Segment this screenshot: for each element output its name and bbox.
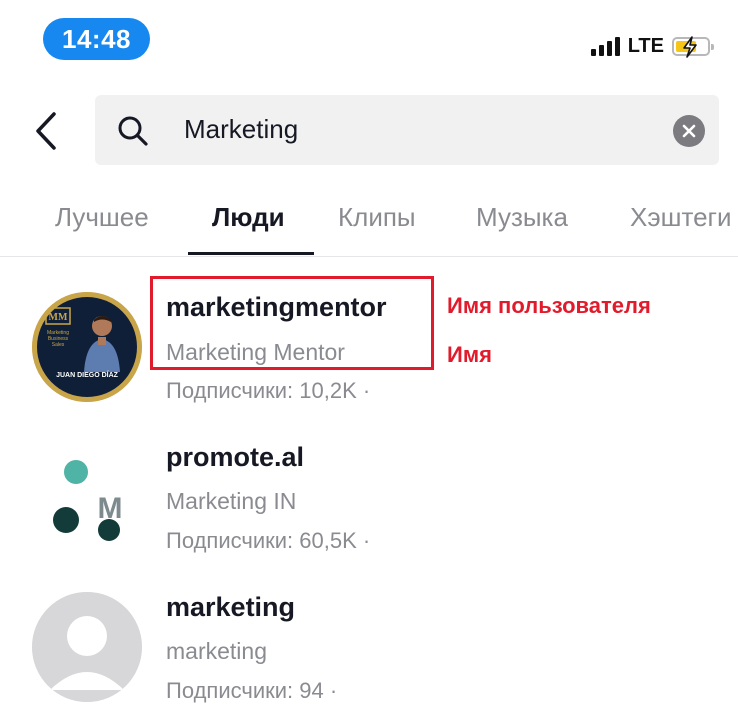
follower-count: Подписчики: 10,2K ·	[166, 378, 371, 403]
search-icon	[118, 116, 148, 146]
signal-icon	[590, 36, 620, 56]
battery-icon	[672, 35, 714, 58]
display-name: marketing	[166, 638, 267, 664]
avatar[interactable]: MM Marketing Business Sales JUAN DIEGO D…	[32, 292, 142, 402]
follower-count: Подписчики: 60,5K ·	[166, 528, 371, 553]
display-name: Marketing IN	[166, 488, 297, 514]
annotation-name-label: Имя	[447, 342, 492, 367]
close-icon	[682, 124, 696, 138]
tabs-divider	[0, 256, 738, 257]
annotation-highlight-box	[150, 276, 434, 370]
username[interactable]: promote.al	[166, 442, 304, 473]
status-time: 14:48	[43, 18, 150, 60]
logo-letter: M	[98, 492, 123, 525]
tab-people[interactable]: Люди	[212, 202, 285, 233]
status-indicators: LTE	[590, 33, 714, 59]
promote-al-logo-image: M	[53, 460, 123, 541]
search-query[interactable]: Marketing	[184, 114, 298, 145]
clear-search-button[interactable]	[673, 115, 705, 147]
avatar-caption: JUAN DIEGO DÍAZ	[56, 370, 119, 379]
tab-best[interactable]: Лучшее	[55, 202, 149, 233]
user-result-row[interactable]: M promote.al Marketing IN Подписчики: 60…	[0, 420, 738, 560]
tab-clips[interactable]: Клипы	[338, 202, 416, 233]
user-result-row[interactable]: marketing marketing Подписчики: 94 ·	[0, 570, 738, 710]
avatar[interactable]	[32, 592, 142, 702]
default-avatar-icon	[32, 592, 142, 702]
search-input[interactable]: Marketing	[95, 95, 719, 165]
active-tab-indicator	[188, 252, 314, 255]
marketingmentor-avatar-image: MM Marketing Business Sales JUAN DIEGO D…	[32, 292, 142, 402]
chevron-left-icon	[36, 112, 56, 150]
annotation-username-label: Имя пользователя	[447, 293, 651, 318]
tab-hashtags[interactable]: Хэштеги	[630, 202, 732, 233]
svg-text:Sales: Sales	[52, 342, 65, 348]
avatar[interactable]: M	[32, 442, 142, 552]
username[interactable]: marketing	[166, 592, 295, 623]
back-button[interactable]	[30, 110, 64, 152]
avatar-monogram: MM	[49, 312, 68, 323]
search-tabs: Лучшее Люди Клипы Музыка Хэштеги	[0, 190, 738, 256]
network-type: LTE	[627, 34, 664, 57]
charging-bolt-icon	[683, 35, 697, 58]
follower-count: Подписчики: 94 ·	[166, 678, 338, 703]
tab-music[interactable]: Музыка	[476, 202, 568, 233]
